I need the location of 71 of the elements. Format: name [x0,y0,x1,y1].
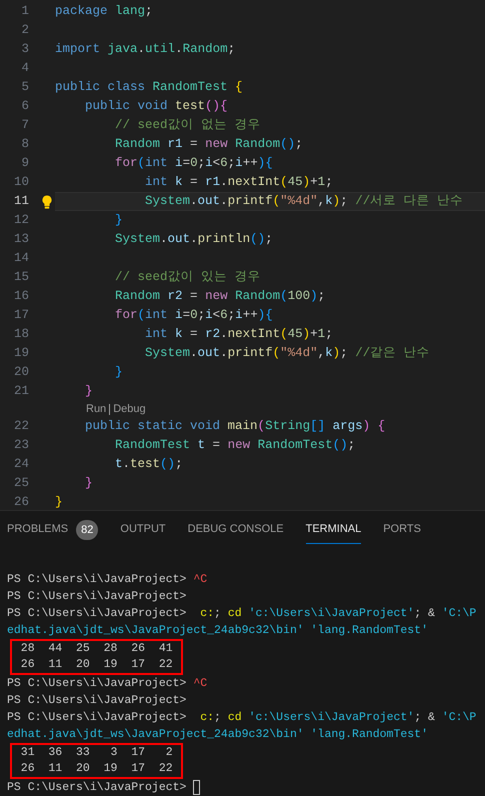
line-number: 23 [12,437,29,454]
terminal-line: edhat.java\jdt_ws\JavaProject_24ab9c32\bin' 'lang.RandomTest' [7,726,428,743]
code-line: t.test(); [114,456,183,474]
code-line: public void test(){ [84,98,228,116]
panel-tab[interactable]: TERMINAL [306,516,362,544]
line-number: 5 [20,79,29,96]
line-number: 9 [20,155,29,172]
lightbulb-icon[interactable] [42,194,52,208]
line-number: 18 [12,326,29,344]
line-number: 24 [12,456,29,474]
code-line: Random r1 = new Random(); [114,136,303,154]
line-number: 11 [12,193,29,210]
code-line: int k = r1.nextInt(45)+1; [144,174,333,192]
line-number: 26 [12,494,29,510]
count-badge: 82 [76,520,98,540]
line-number: 4 [20,60,29,78]
code-line: System.out.println(); [114,231,273,248]
line-number: 19 [12,345,29,362]
code-line: System.out.printf("%4d",k); //서로 다른 난수 [144,193,464,210]
code-line: } [84,475,93,492]
terminal-line: PS C:\Users\i\JavaProject> [7,692,186,709]
line-number: 16 [12,288,29,306]
line-number: 7 [20,117,29,134]
code-line: System.out.printf("%4d",k); //같은 난수 [144,345,430,362]
code-line: int k = r2.nextInt(45)+1; [144,326,333,344]
line-number: 12 [12,212,29,230]
terminal-line: PS C:\Users\i\JavaProject> ^C [7,572,208,588]
line-number: 2 [20,22,29,40]
code-line: public static void main(String[] args) { [84,418,386,436]
terminal-line: PS C:\Users\i\JavaProject> ^C [7,676,208,692]
output-line: 26 11 20 19 17 22 [20,657,174,673]
line-number: 10 [12,174,29,192]
code-line: public class RandomTest { [55,79,243,96]
output-line: 31 36 33 3 17 2 [20,745,174,761]
terminal-line: PS C:\Users\i\JavaProject> [7,780,188,796]
code-line: } [55,494,63,510]
line-number: 21 [12,383,29,400]
line-number: 3 [20,41,29,58]
line-number: 1 [20,3,29,20]
code-line: package lang; [55,3,153,20]
code-line: Random r2 = new Random(100); [114,288,326,306]
panel-tab[interactable]: OUTPUT [120,516,166,544]
code-line: // seed값이 없는 경우 [114,117,261,134]
line-number: 14 [12,250,29,268]
panel-tab[interactable]: PORTS [383,516,421,544]
panel-tab[interactable]: PROBLEMS [7,516,68,544]
line-number: 15 [12,269,29,286]
line-number: 13 [12,231,29,248]
output-line: 26 11 20 19 17 22 [20,761,174,777]
code-line: } [114,212,123,230]
terminal-line: PS C:\Users\i\JavaProject> c:; cd 'c:\Users\i\JavaProject'; & 'C:\P [7,606,476,622]
code-line: // seed값이 있는 경우 [114,269,261,286]
terminal-line: PS C:\Users\i\JavaProject> c:; cd 'c:\Users\i\JavaProject'; & 'C:\P [7,710,476,726]
code-line: RandomTest t = new RandomTest(); [114,437,356,454]
code-line: } [114,364,123,382]
codelens-link[interactable]: Run [86,400,106,418]
code-line: for(int i=0;i<6;i++){ [114,307,273,324]
line-number: 17 [12,307,29,324]
terminal-line: edhat.java\jdt_ws\JavaProject_24ab9c32\bin' 'lang.RandomTest' [7,622,428,639]
line-number: 20 [12,364,29,382]
line-number: 6 [20,98,29,116]
line-number: 8 [20,136,29,154]
code-line: for(int i=0;i<6;i++){ [114,155,273,172]
panel-tab[interactable]: DEBUG CONSOLE [188,516,284,544]
terminal-line: PS C:\Users\i\JavaProject> [7,588,186,605]
output-line: 28 44 25 28 26 41 [20,641,174,657]
code-line: import java.util.Random; [55,41,236,58]
codelens-link[interactable]: Debug [113,400,146,418]
line-number: 22 [12,418,29,436]
code-line: } [84,383,93,400]
line-number: 25 [12,475,29,492]
